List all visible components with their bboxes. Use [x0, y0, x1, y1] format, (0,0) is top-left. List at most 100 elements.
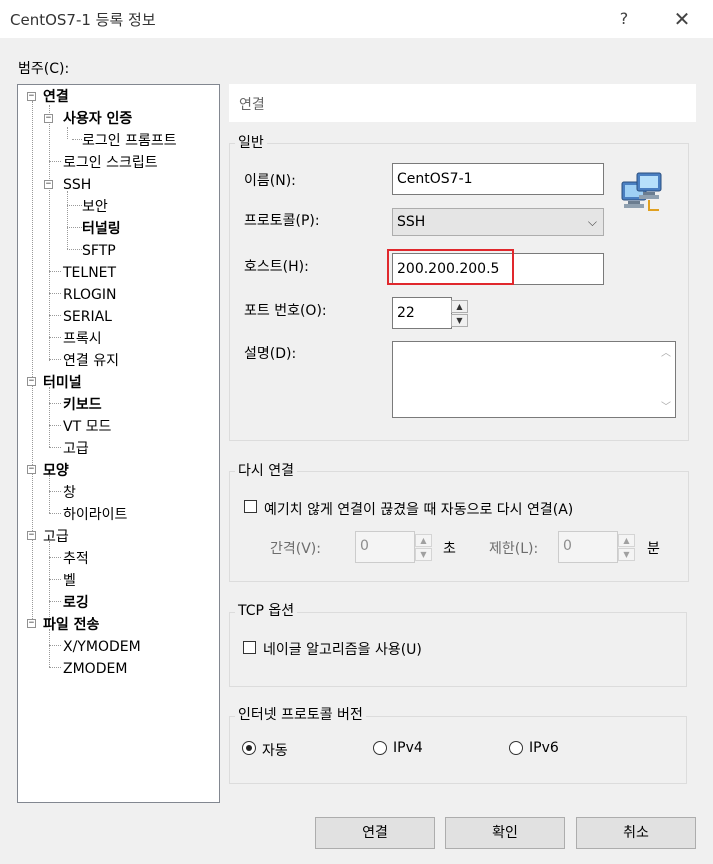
scroll-up-icon[interactable]: ︿: [661, 344, 671, 359]
spin-down-button[interactable]: ▼: [415, 548, 432, 561]
description-scrollbar[interactable]: ︿ ﹀: [658, 342, 675, 417]
tree-item-window[interactable]: 창: [63, 483, 76, 503]
section-header: 연결: [229, 84, 696, 122]
scroll-down-icon[interactable]: ﹀: [661, 398, 671, 413]
tree-item-file-transfer[interactable]: 파일 전송: [43, 615, 99, 635]
tree-item-login-prompt[interactable]: 로그인 프롬프트: [82, 131, 177, 151]
tree-item-sftp[interactable]: SFTP: [82, 241, 116, 261]
collapse-icon[interactable]: −: [44, 114, 53, 123]
section-title: 연결: [239, 97, 265, 113]
tree-item-advanced[interactable]: 고급: [43, 527, 69, 547]
category-tree[interactable]: − − − − − − − 연결 사용자 인증 로그인 프롬프트 로그인 스크립…: [17, 84, 220, 803]
name-input[interactable]: CentOS7-1: [392, 163, 604, 195]
tree-item-logging[interactable]: 로깅: [63, 593, 89, 613]
ipv6-label: IPv6: [529, 740, 559, 756]
ok-button[interactable]: 확인: [445, 817, 565, 849]
auto-reconnect-checkbox[interactable]: [244, 500, 257, 513]
tree-item-serial[interactable]: SERIAL: [63, 307, 112, 327]
ip-version-group: [229, 716, 687, 784]
nagle-label: 네이글 알고리즘을 사용(U): [263, 642, 422, 658]
collapse-icon[interactable]: −: [27, 92, 36, 101]
tree-line: [49, 447, 61, 448]
tree-item-bell[interactable]: 벨: [63, 571, 76, 591]
interval-unit: 초: [443, 541, 456, 557]
ipv6-radio[interactable]: [509, 741, 523, 755]
title-bar: CentOS7-1 등록 정보 ? ✕: [0, 0, 713, 38]
tcp-options-group-title: TCP 옵션: [235, 603, 298, 619]
tree-line: [49, 513, 61, 514]
collapse-icon[interactable]: −: [27, 465, 36, 474]
tree-line: [49, 579, 61, 580]
tree-line: [49, 667, 61, 668]
tree-line: [72, 139, 82, 140]
general-group-title: 일반: [235, 135, 267, 151]
tree-line: [49, 161, 61, 162]
tree-item-trace[interactable]: 추적: [63, 549, 89, 569]
spin-down-button[interactable]: ▼: [451, 314, 468, 327]
auto-reconnect-label: 예기치 않게 연결이 끊겼을 때 자동으로 다시 연결(A): [264, 502, 574, 518]
help-button[interactable]: ?: [609, 6, 639, 32]
tree-line: [49, 425, 61, 426]
host-highlight-box: [387, 249, 514, 285]
tree-line: [49, 601, 61, 602]
protocol-label: 프로토콜(P):: [244, 213, 320, 229]
reconnect-group-title: 다시 연결: [235, 463, 297, 479]
tree-item-login-script[interactable]: 로그인 스크립트: [63, 153, 158, 173]
collapse-icon[interactable]: −: [27, 531, 36, 540]
limit-label: 제한(L):: [489, 541, 539, 557]
spin-up-button[interactable]: ▲: [618, 534, 635, 547]
tree-item-telnet[interactable]: TELNET: [63, 263, 116, 283]
collapse-icon[interactable]: −: [27, 619, 36, 628]
tree-item-zmodem[interactable]: ZMODEM: [63, 659, 127, 679]
category-label: 범주(C):: [18, 61, 70, 77]
nagle-checkbox[interactable]: [243, 641, 256, 654]
tree-line: [49, 337, 61, 338]
tree-line: [67, 249, 82, 250]
spin-down-button[interactable]: ▼: [618, 548, 635, 561]
spin-up-button[interactable]: ▲: [451, 300, 468, 313]
chevron-down-icon: ⌵: [587, 215, 597, 229]
port-input[interactable]: 22: [392, 297, 452, 329]
protocol-select[interactable]: SSH ⌵: [392, 208, 604, 236]
tree-item-rlogin[interactable]: RLOGIN: [63, 285, 117, 305]
tree-item-terminal[interactable]: 터미널: [43, 373, 82, 393]
tree-item-appearance[interactable]: 모양: [43, 461, 69, 481]
tree-line: [67, 227, 82, 228]
close-button[interactable]: ✕: [667, 6, 697, 32]
description-input[interactable]: ︿ ﹀: [392, 341, 676, 418]
interval-label: 간격(V):: [270, 541, 321, 557]
spin-up-button[interactable]: ▲: [415, 534, 432, 547]
tree-line: [49, 105, 50, 361]
host-label: 호스트(H):: [244, 259, 309, 275]
tree-line: [49, 293, 61, 294]
collapse-icon[interactable]: −: [44, 180, 53, 189]
ip-version-group-title: 인터넷 프로토콜 버전: [235, 707, 366, 723]
tree-item-keyboard[interactable]: 키보드: [63, 395, 102, 415]
tree-item-terminal-advanced[interactable]: 고급: [63, 439, 89, 459]
tree-item-security[interactable]: 보안: [82, 197, 108, 217]
ipv4-radio[interactable]: [373, 741, 387, 755]
tree-item-proxy[interactable]: 프록시: [63, 329, 102, 349]
tree-line: [49, 387, 50, 447]
tree-item-user-auth[interactable]: 사용자 인증: [63, 109, 132, 129]
tree-line: [49, 491, 61, 492]
tree-line: [49, 403, 61, 404]
interval-input[interactable]: 0: [355, 531, 415, 563]
connect-button[interactable]: 연결: [315, 817, 435, 849]
cancel-button[interactable]: 취소: [576, 817, 696, 849]
tree-item-ssh[interactable]: SSH: [63, 175, 91, 195]
tree-item-keep-alive[interactable]: 연결 유지: [63, 351, 119, 371]
ip-auto-radio[interactable]: [242, 741, 256, 755]
reconnect-group: [229, 471, 689, 582]
limit-input[interactable]: 0: [558, 531, 618, 563]
tree-item-connection[interactable]: 연결: [43, 87, 69, 107]
tree-item-highlight[interactable]: 하이라이트: [63, 505, 127, 525]
tree-line: [32, 101, 33, 627]
tree-item-vt-mode[interactable]: VT 모드: [63, 417, 111, 437]
tree-item-xymodem[interactable]: X/YMODEM: [63, 637, 141, 657]
tree-line: [49, 315, 61, 316]
tree-item-tunneling[interactable]: 터널링: [82, 219, 121, 239]
ipv4-label: IPv4: [393, 740, 423, 756]
protocol-value: SSH: [397, 214, 426, 230]
collapse-icon[interactable]: −: [27, 377, 36, 386]
